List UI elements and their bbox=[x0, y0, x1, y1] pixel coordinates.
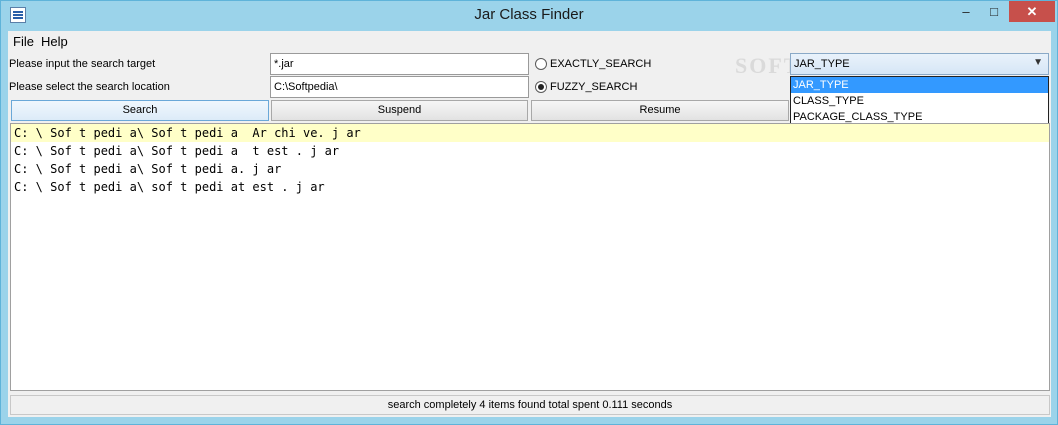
status-bar: search completely 4 items found total sp… bbox=[10, 395, 1050, 415]
maximize-button[interactable]: □ bbox=[981, 1, 1007, 22]
list-item[interactable]: C: \ Sof t pedi a\ Sof t pedi a Ar chi v… bbox=[11, 124, 1049, 142]
results-list[interactable]: C: \ Sof t pedi a\ Sof t pedi a Ar chi v… bbox=[10, 123, 1050, 391]
minimize-button[interactable]: – bbox=[951, 1, 981, 22]
suspend-button[interactable]: Suspend bbox=[271, 100, 528, 121]
search-target-input[interactable]: *.jar bbox=[270, 53, 529, 75]
list-item[interactable]: C: \ Sof t pedi a\ Sof t pedi a t est . … bbox=[11, 142, 1049, 160]
window-title: Jar Class Finder bbox=[474, 6, 584, 23]
dropdown-option-class-type[interactable]: CLASS_TYPE bbox=[791, 93, 1048, 109]
fuzzy-search-radio[interactable] bbox=[535, 81, 547, 93]
client-area: File Help SOFTPEDIA Please input the sea… bbox=[8, 31, 1051, 417]
app-window: Jar Class Finder – □ ✕ File Help SOFTPED… bbox=[0, 0, 1058, 425]
search-type-selected: JAR_TYPE bbox=[794, 58, 850, 70]
list-item[interactable]: C: \ Sof t pedi a\ Sof t pedi a. j ar bbox=[11, 160, 1049, 178]
dropdown-option-jar-type[interactable]: JAR_TYPE bbox=[791, 77, 1048, 93]
menu-help[interactable]: Help bbox=[41, 34, 68, 49]
title-bar[interactable]: Jar Class Finder – □ ✕ bbox=[1, 1, 1057, 31]
search-location-label: Please select the search location bbox=[9, 81, 170, 93]
search-type-dropdown: JAR_TYPE CLASS_TYPE PACKAGE_CLASS_TYPE bbox=[790, 76, 1049, 126]
search-location-input[interactable]: C:\Softpedia\ bbox=[270, 76, 529, 98]
fuzzy-search-label[interactable]: FUZZY_SEARCH bbox=[550, 81, 637, 93]
close-button[interactable]: ✕ bbox=[1009, 1, 1055, 22]
exactly-search-radio[interactable] bbox=[535, 58, 547, 70]
exactly-search-label[interactable]: EXACTLY_SEARCH bbox=[550, 58, 651, 70]
chevron-down-icon[interactable]: ▼ bbox=[1033, 57, 1043, 68]
search-target-label: Please input the search target bbox=[9, 58, 156, 70]
menu-bar: File Help bbox=[8, 31, 1051, 51]
search-button[interactable]: Search bbox=[11, 100, 269, 121]
list-item[interactable]: C: \ Sof t pedi a\ sof t pedi at est . j… bbox=[11, 178, 1049, 196]
search-type-combo[interactable]: JAR_TYPE ▼ bbox=[790, 53, 1049, 75]
menu-file[interactable]: File bbox=[13, 34, 34, 49]
resume-button[interactable]: Resume bbox=[531, 100, 789, 121]
